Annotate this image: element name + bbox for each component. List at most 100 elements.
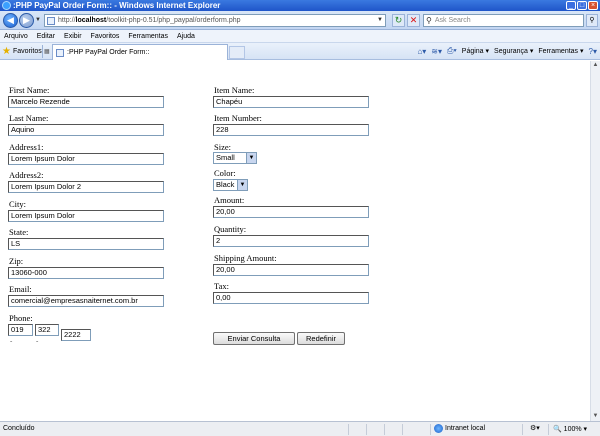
amount-field[interactable]: 20,00	[213, 206, 369, 218]
page-menu[interactable]: Página ▾	[462, 47, 489, 55]
status-divider	[402, 424, 403, 435]
minimize-button[interactable]: _	[566, 1, 576, 10]
zoom-level[interactable]: 🔍 100% ▾	[553, 425, 587, 433]
help-icon[interactable]: ?▾	[589, 47, 597, 56]
item-name-field[interactable]: Chapéu	[213, 96, 369, 108]
back-button[interactable]: ◀	[3, 13, 18, 28]
tax-field[interactable]: 0,00	[213, 292, 369, 304]
address-dropdown-icon[interactable]: ▼	[377, 17, 383, 23]
globe-icon	[434, 424, 443, 433]
phone-line-field[interactable]: 2222	[61, 329, 91, 341]
state-label: State:	[9, 227, 29, 237]
phone-area-field[interactable]: 019	[8, 324, 33, 336]
zip-field[interactable]: 13060-000	[8, 267, 164, 279]
last-name-label: Last Name:	[9, 113, 49, 123]
menu-ferramentas[interactable]: Ferramentas	[128, 33, 168, 40]
search-go-button[interactable]: ⚲	[586, 14, 598, 27]
recent-pages-chevron-icon[interactable]: ▼	[35, 17, 41, 23]
menu-favoritos[interactable]: Favoritos	[91, 33, 120, 40]
size-select[interactable]: Small ▼	[213, 152, 257, 164]
color-label: Color:	[214, 168, 236, 178]
search-placeholder: Ask Search	[434, 17, 471, 24]
tools-menu[interactable]: Ferramentas ▾	[538, 47, 583, 55]
stop-button[interactable]: ✕	[407, 14, 420, 27]
title-bar: :PHP PayPal Order Form:: - Windows Inter…	[0, 0, 600, 11]
zone-label: Intranet local	[445, 425, 486, 432]
color-dropdown-icon[interactable]: ▼	[237, 180, 247, 190]
tab-bar: ★ Favoritos ▦ :PHP PayPal Order Form:: ⌂…	[0, 43, 600, 60]
tab-title: :PHP PayPal Order Form::	[67, 49, 150, 56]
status-divider	[384, 424, 385, 435]
state-field[interactable]: LS	[8, 238, 164, 250]
scroll-down-icon[interactable]: ▼	[591, 412, 600, 421]
address1-label: Address1:	[9, 142, 44, 152]
first-name-field[interactable]: Marcelo Rezende	[8, 96, 164, 108]
tab-active[interactable]: :PHP PayPal Order Form::	[52, 44, 228, 60]
size-dropdown-icon[interactable]: ▼	[246, 153, 256, 163]
search-icon: ⚲	[426, 16, 432, 25]
new-tab-button[interactable]	[229, 46, 245, 59]
tax-label: Tax:	[214, 281, 229, 291]
size-selected-value: Small	[216, 153, 235, 162]
vertical-scrollbar[interactable]: ▲ ▼	[590, 61, 600, 421]
tab-page-icon	[56, 48, 64, 57]
email-field[interactable]: comercial@empresasnaiternet.com.br	[8, 295, 164, 307]
phone-prefix-field[interactable]: 322	[35, 324, 59, 336]
color-select[interactable]: Black ▼	[213, 179, 248, 191]
phone-separator-1: -	[10, 337, 13, 345]
feeds-icon[interactable]: ≋▾	[431, 47, 442, 56]
zip-label: Zip:	[9, 256, 24, 266]
address-bar[interactable]: http://localhost/toolkit-php-0.51/php_pa…	[44, 14, 386, 27]
item-number-label: Item Number:	[214, 113, 262, 123]
email-label: Email:	[9, 284, 32, 294]
status-divider	[548, 424, 549, 435]
item-name-label: Item Name:	[214, 85, 255, 95]
quantity-field[interactable]: 2	[213, 235, 369, 247]
address1-field[interactable]: Lorem Ipsum Dolor	[8, 153, 164, 165]
window-controls: _ □ ×	[566, 1, 598, 10]
home-icon[interactable]: ⌂▾	[417, 47, 426, 56]
status-divider	[348, 424, 349, 435]
menu-bar: Arquivo Editar Exibir Favoritos Ferramen…	[0, 30, 600, 43]
status-divider	[522, 424, 523, 435]
last-name-field[interactable]: Aquino	[8, 124, 164, 136]
reset-button[interactable]: Redefinir	[297, 332, 345, 345]
status-bar: Concluído Intranet local ⚙▾ 🔍 100% ▾	[0, 421, 600, 436]
star-icon: ★	[2, 46, 11, 57]
menu-exibir[interactable]: Exibir	[64, 33, 82, 40]
size-label: Size:	[214, 142, 231, 152]
menu-arquivo[interactable]: Arquivo	[4, 33, 28, 40]
phone-label: Phone:	[9, 313, 33, 323]
print-icon[interactable]: ⎙▾	[447, 46, 457, 56]
protected-mode-icon[interactable]: ⚙▾	[530, 424, 540, 432]
refresh-button[interactable]: ↻	[392, 14, 405, 27]
search-input[interactable]: ⚲ Ask Search	[423, 14, 584, 27]
page-content: First Name: Marcelo Rezende Last Name: A…	[0, 61, 590, 421]
ie-icon	[2, 1, 11, 10]
close-button[interactable]: ×	[588, 1, 598, 10]
city-label: City:	[9, 199, 27, 209]
phone-separator-2: -	[36, 337, 39, 345]
item-number-field[interactable]: 228	[213, 124, 369, 136]
shipping-amount-label: Shipping Amount:	[214, 253, 277, 263]
shipping-amount-field[interactable]: 20,00	[213, 264, 369, 276]
status-divider	[366, 424, 367, 435]
command-bar: ⌂▾ ≋▾ ⎙▾ Página ▾ Segurança ▾ Ferramenta…	[417, 46, 597, 56]
city-field[interactable]: Lorem Ipsum Dolor	[8, 210, 164, 222]
scroll-up-icon[interactable]: ▲	[591, 61, 600, 70]
forward-button[interactable]: ▶	[19, 13, 34, 28]
submit-button[interactable]: Enviar Consulta	[213, 332, 295, 345]
address-toolbar: ◀ ▶ ▼ http://localhost/toolkit-php-0.51/…	[0, 11, 600, 30]
security-menu[interactable]: Segurança ▾	[494, 47, 533, 55]
address-url[interactable]: http://localhost/toolkit-php-0.51/php_pa…	[58, 17, 241, 24]
security-zone[interactable]: Intranet local	[434, 424, 485, 433]
menu-ajuda[interactable]: Ajuda	[177, 33, 195, 40]
favorites-button[interactable]: ★ Favoritos	[2, 46, 42, 57]
address2-field[interactable]: Lorem Ipsum Dolor 2	[8, 181, 164, 193]
maximize-button[interactable]: □	[577, 1, 587, 10]
menu-editar[interactable]: Editar	[37, 33, 55, 40]
window-title: :PHP PayPal Order Form:: - Windows Inter…	[13, 1, 221, 10]
quick-tabs-icon[interactable]: ▦	[44, 48, 50, 55]
color-selected-value: Black	[216, 180, 235, 189]
tab-separator	[42, 45, 43, 58]
